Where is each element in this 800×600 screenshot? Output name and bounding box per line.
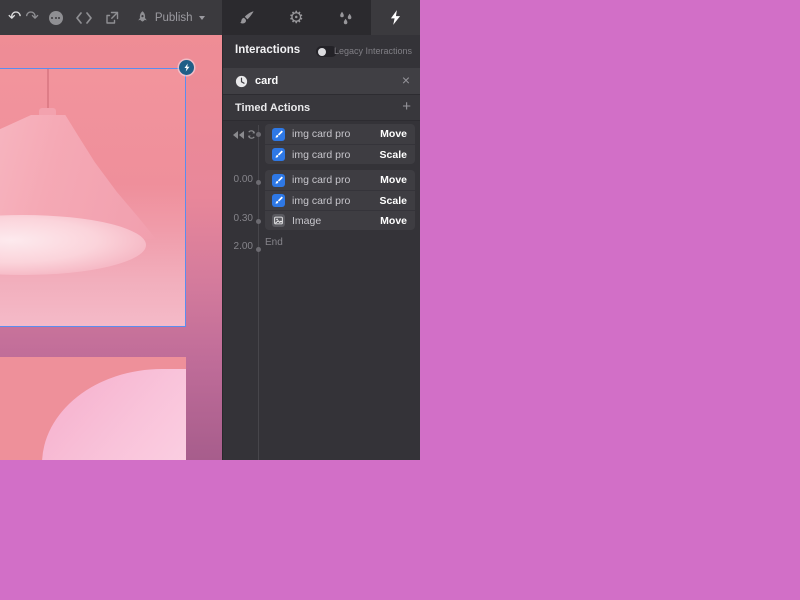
timeline-dot — [256, 219, 261, 224]
layer-name: img card pro — [292, 149, 350, 161]
publish-button[interactable]: Publish — [136, 11, 205, 25]
tab-interactions[interactable] — [371, 0, 421, 35]
comments-icon[interactable] — [49, 6, 76, 30]
interactions-panel: Interactions Legacy Interactions card × … — [222, 35, 420, 460]
close-icon[interactable]: × — [402, 73, 410, 87]
brush-icon — [239, 10, 255, 26]
brush-layer-icon — [272, 148, 285, 161]
timeline-dot — [256, 132, 261, 137]
toolbar: ↶ ↷ Publish — [0, 0, 420, 35]
design-canvas[interactable] — [0, 35, 222, 460]
layer-name: img card pro — [292, 128, 350, 140]
brush-layer-icon — [272, 194, 285, 207]
time-label-1: 0.30 — [225, 213, 253, 224]
time-label-0: 0.00 — [225, 174, 253, 185]
timeline-marker-controls[interactable] — [233, 129, 256, 140]
action-row[interactable]: img card pro Move — [265, 170, 415, 190]
interaction-badge[interactable] — [179, 60, 194, 75]
tab-style-brush[interactable] — [222, 0, 272, 35]
card-image-bottom-shape — [42, 369, 186, 460]
layer-name: Image — [292, 215, 321, 227]
action-type: Scale — [380, 149, 407, 161]
redo-icon[interactable]: ↷ — [25, 6, 38, 30]
clock-icon — [235, 75, 248, 93]
action-row[interactable]: img card pro Move — [265, 124, 415, 144]
brush-layer-icon — [272, 128, 285, 141]
timeline-ruler — [258, 125, 259, 460]
action-row[interactable]: img card pro Scale — [265, 144, 415, 164]
action-type: Move — [380, 174, 407, 186]
action-group-timed: img card pro Move img card pro Scale — [265, 170, 415, 230]
panel-header: Interactions Legacy Interactions — [223, 35, 420, 68]
legacy-interactions-label: Legacy Interactions — [334, 46, 412, 56]
image-layer-icon — [272, 214, 285, 227]
publish-label: Publish — [155, 12, 193, 24]
action-type: Move — [380, 128, 407, 140]
lightning-icon — [390, 10, 401, 25]
action-row[interactable]: img card pro Scale — [265, 190, 415, 210]
chevron-down-icon — [199, 16, 205, 20]
action-row[interactable]: Image Move — [265, 210, 415, 230]
timeline: 0.00 0.30 2.00 img card pro Move — [223, 121, 420, 460]
rocket-icon — [136, 11, 149, 25]
selected-item-label: card — [255, 75, 278, 87]
panel-tabs: ⚙ — [222, 0, 420, 35]
code-preview-icon[interactable] — [76, 6, 92, 30]
timed-actions-title: Timed Actions — [235, 102, 310, 114]
selected-item-row[interactable]: card × — [223, 68, 420, 95]
timeline-dot — [256, 180, 261, 185]
timed-actions-header: Timed Actions + — [223, 95, 420, 121]
lamp-cord — [47, 69, 49, 111]
toggle-knob — [318, 48, 326, 56]
card-image-bottom[interactable] — [0, 357, 186, 460]
add-action-icon[interactable]: + — [402, 99, 411, 114]
lightning-bolt-icon — [184, 63, 190, 72]
drops-icon — [338, 10, 354, 26]
layer-name: img card pro — [292, 174, 350, 186]
tab-effects[interactable] — [321, 0, 371, 35]
toolbar-left-tools: ↶ ↷ Publish — [0, 0, 222, 35]
timeline-end-label: End — [265, 237, 283, 248]
comments-icon-circle — [49, 11, 63, 25]
tab-settings[interactable]: ⚙ — [272, 0, 322, 35]
action-group-start: img card pro Move img card pro Scale — [265, 124, 415, 164]
share-icon[interactable] — [105, 6, 119, 30]
loop-icon — [247, 129, 256, 140]
app-window: ↶ ↷ Publish — [0, 0, 420, 460]
panel-title: Interactions — [235, 44, 300, 56]
time-label-2: 2.00 — [225, 241, 253, 252]
desktop-background: ↶ ↷ Publish — [0, 0, 800, 600]
gear-icon: ⚙ — [289, 9, 304, 26]
brush-layer-icon — [272, 174, 285, 187]
action-type: Move — [380, 215, 407, 227]
timeline-dot — [256, 247, 261, 252]
undo-icon[interactable]: ↶ — [8, 6, 21, 30]
action-type: Scale — [380, 195, 407, 207]
layer-name: img card pro — [292, 195, 350, 207]
lamp-image — [0, 68, 186, 327]
rewind-icon — [233, 131, 244, 139]
selected-image-card[interactable] — [0, 68, 186, 327]
